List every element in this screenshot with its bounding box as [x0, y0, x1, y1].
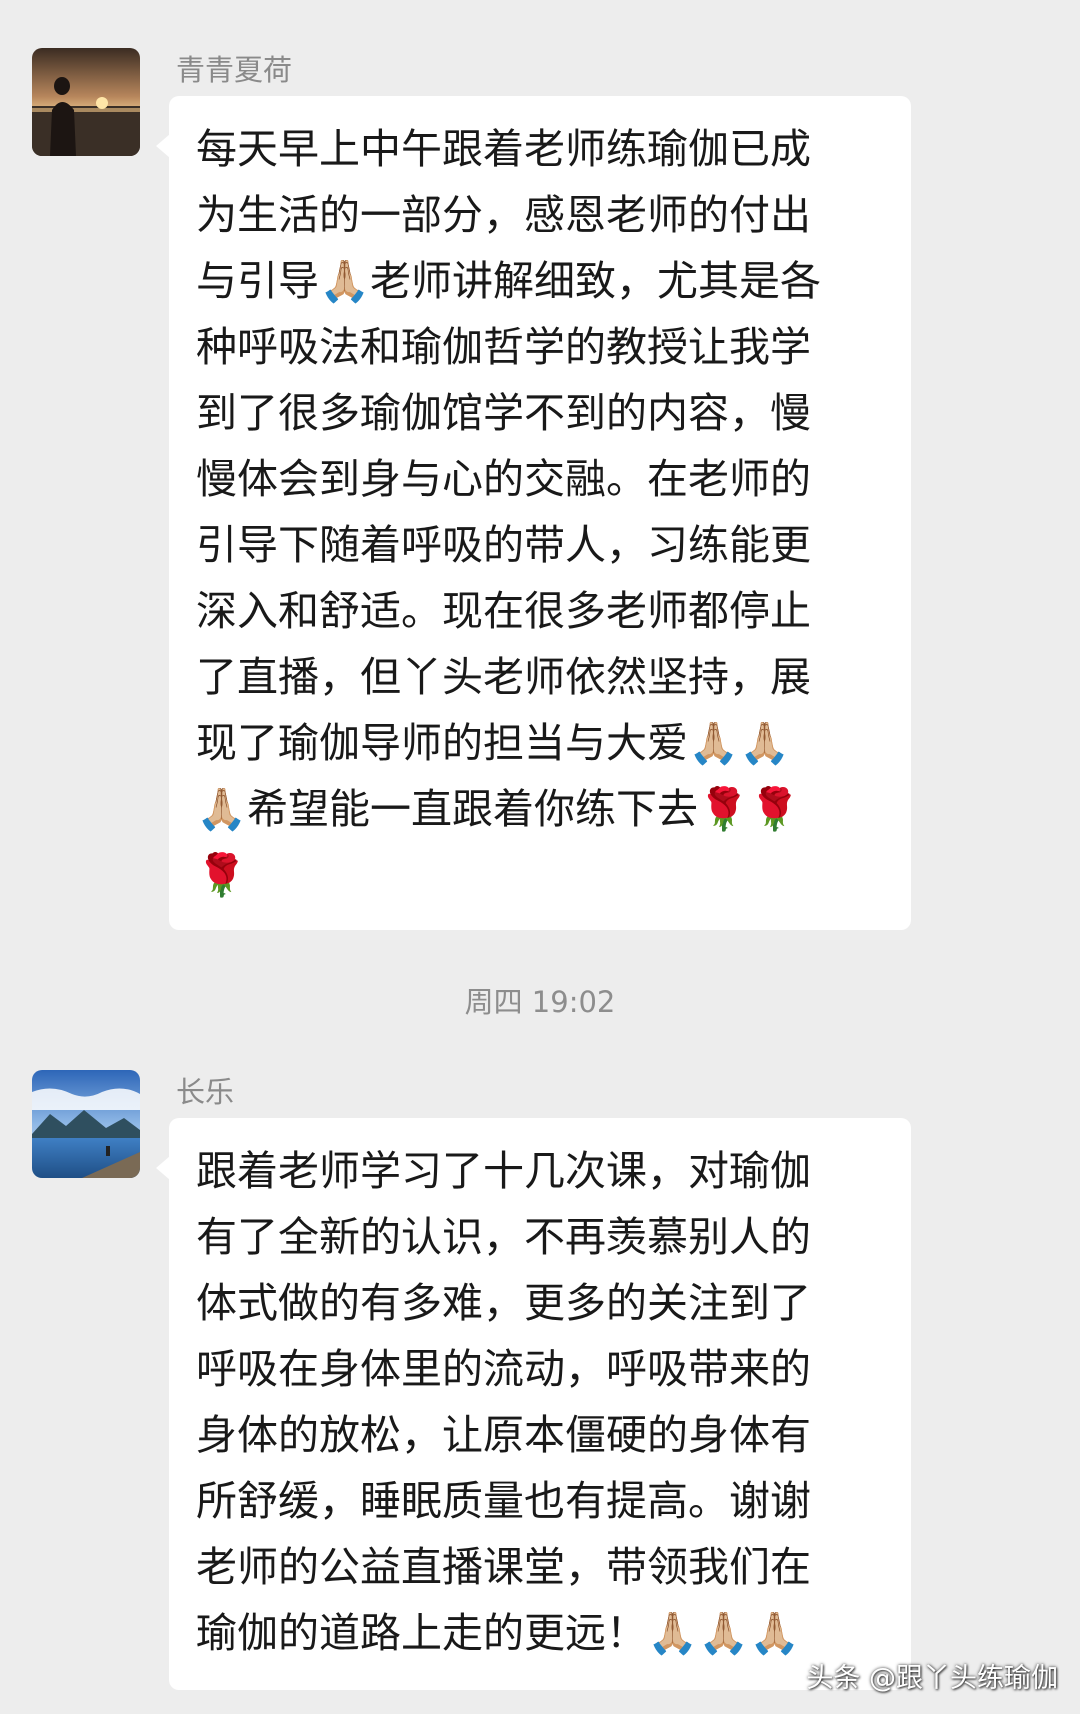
sender-name: 青青夏荷: [176, 53, 293, 87]
chat-area: 青青夏荷 每天早上中午跟着老师练瑜伽已成 为生活的一部分，感恩老师的付出 与引导…: [0, 0, 1080, 1714]
sender-avatar-2[interactable]: [32, 1070, 140, 1178]
watermark-text: 头条 @跟丫头练瑜伽: [806, 1663, 1058, 1694]
message-text: 跟着老师学习了十几次课，对瑜伽 有了全新的认识，不再羡慕别人的 体式做的有多难，…: [196, 1147, 811, 1657]
message-text: 每天早上中午跟着老师练瑜伽已成 为生活的一部分，感恩老师的付出 与引导🙏🏼老师讲…: [196, 125, 822, 899]
sender-avatar-1[interactable]: [32, 48, 140, 156]
lake-mountain-avatar-icon: [32, 1070, 140, 1178]
timestamp-divider: 周四 19:02: [464, 985, 616, 1019]
message-bubble[interactable]: 跟着老师学习了十几次课，对瑜伽 有了全新的认识，不再羡慕别人的 体式做的有多难，…: [156, 1118, 911, 1690]
sender-name: 长乐: [176, 1075, 235, 1109]
sunset-silhouette-avatar-icon: [32, 48, 140, 156]
message-bubble[interactable]: 每天早上中午跟着老师练瑜伽已成 为生活的一部分，感恩老师的付出 与引导🙏🏼老师讲…: [156, 96, 911, 930]
